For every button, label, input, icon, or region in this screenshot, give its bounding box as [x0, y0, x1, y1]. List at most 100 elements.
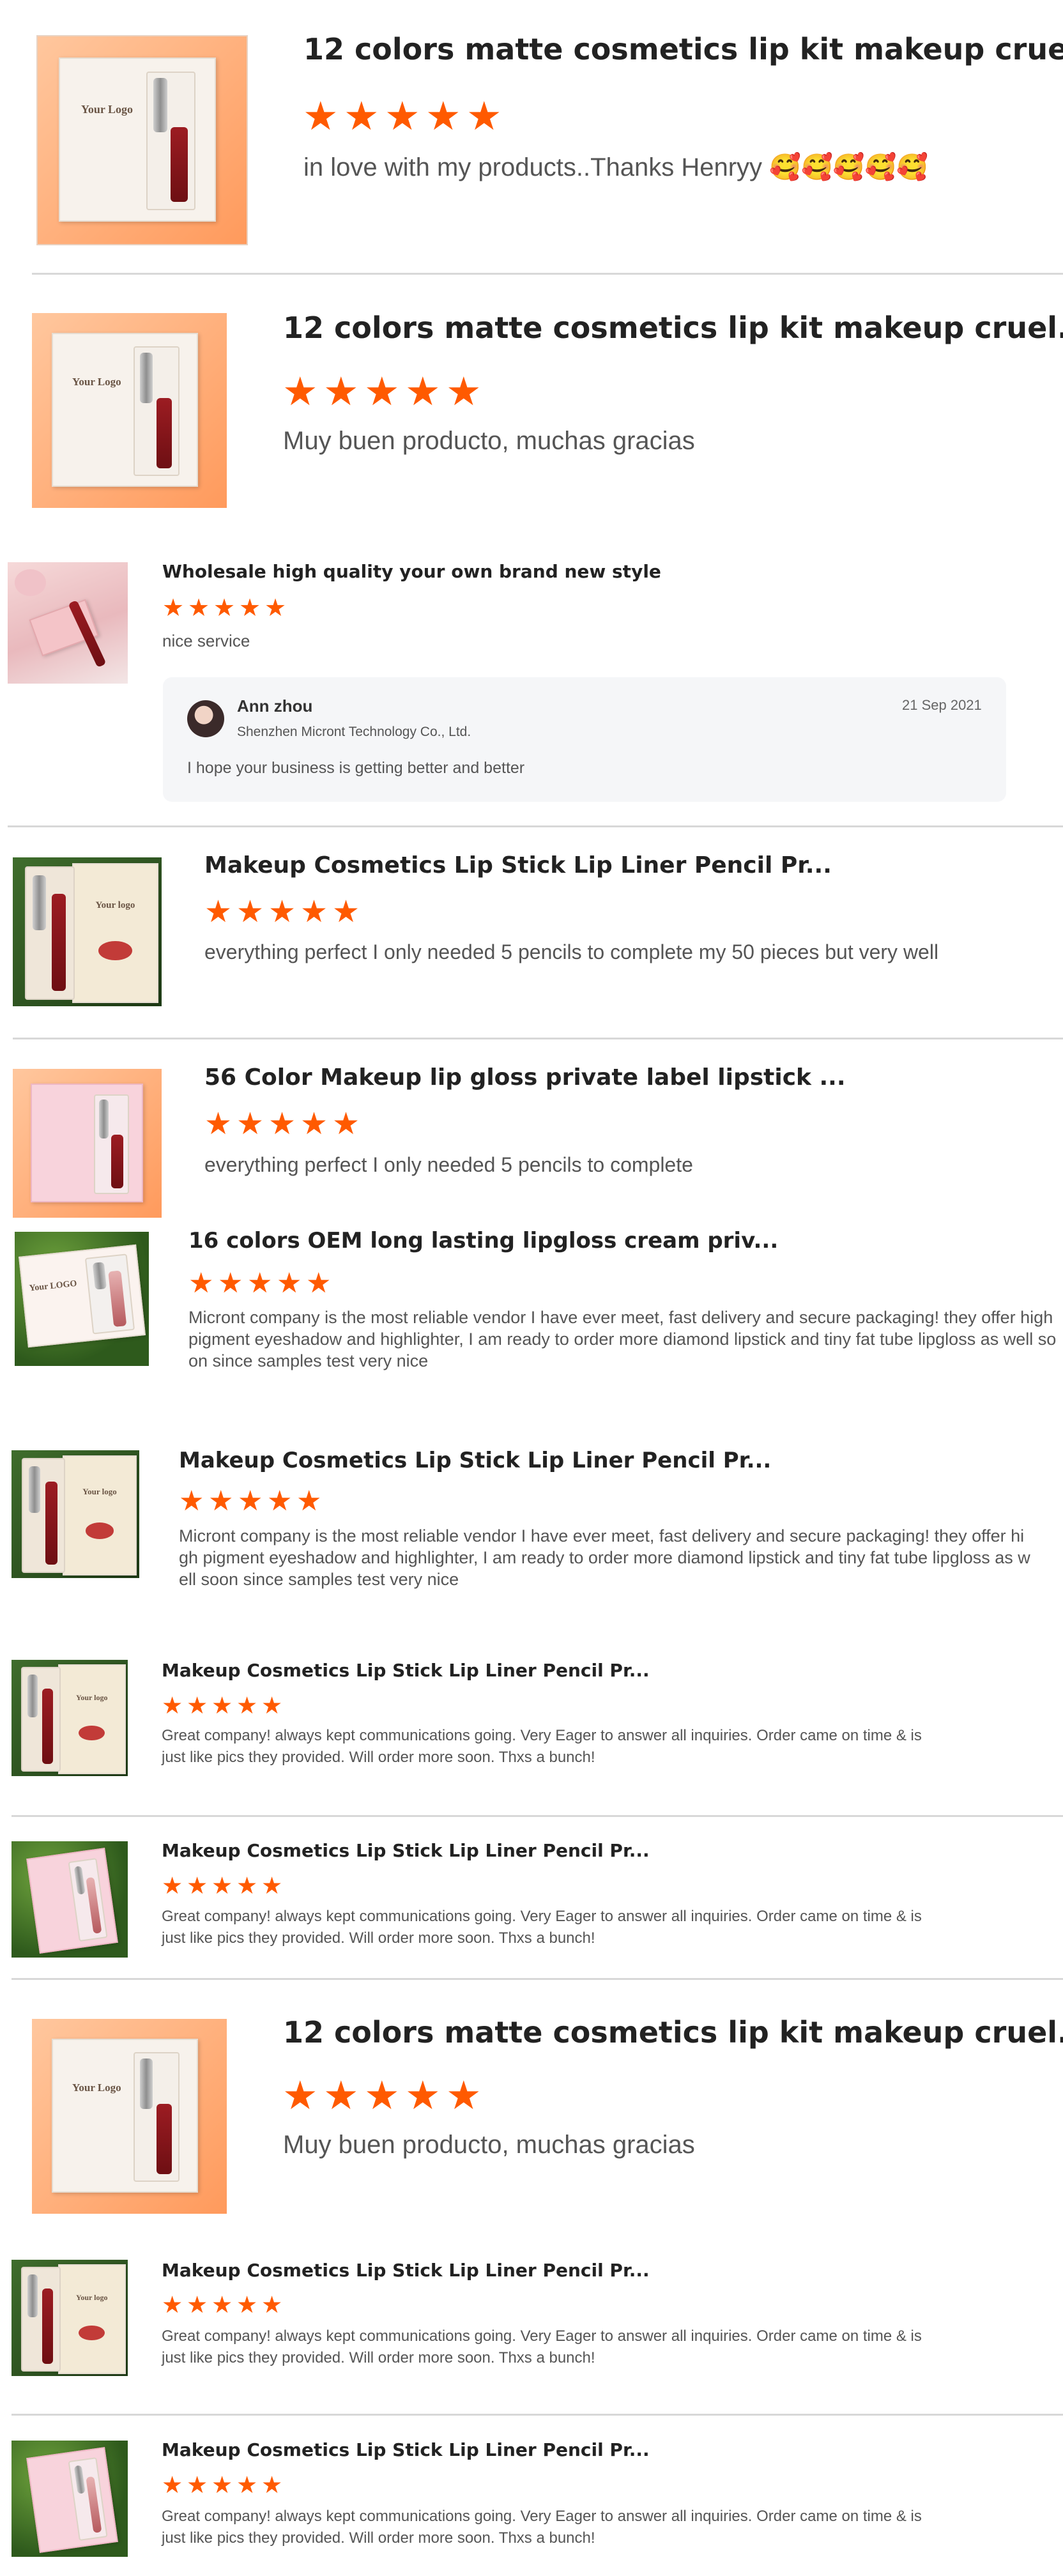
star-icon: ★ — [162, 1692, 183, 1719]
reply-text: I hope your business is getting better a… — [187, 759, 525, 777]
star-rating: ★ ★ ★ ★ ★ — [204, 897, 364, 928]
star-rating: ★ ★ ★ ★ ★ — [179, 1487, 326, 1515]
star-icon: ★ — [332, 895, 360, 929]
package-logo-text: Your Logo — [80, 103, 134, 116]
package-logo-text: Your Logo — [72, 2082, 121, 2094]
star-icon: ★ — [306, 1268, 332, 1299]
star-rating: ★ ★ ★ ★ ★ — [282, 372, 487, 412]
review-text: nice service — [162, 631, 250, 650]
review-text: Great company! always kept communication… — [162, 2327, 922, 2366]
star-icon: ★ — [300, 895, 328, 929]
star-rating: ★ ★ ★ ★ ★ — [162, 1874, 286, 1897]
star-icon: ★ — [446, 370, 482, 414]
star-icon: ★ — [323, 2074, 359, 2118]
divider — [11, 1815, 1063, 1817]
star-icon: ★ — [236, 1107, 264, 1141]
star-rating: ★ ★ ★ ★ ★ — [188, 1269, 335, 1298]
star-icon: ★ — [261, 2292, 283, 2318]
package-logo-text: Your logo — [76, 1692, 108, 1702]
star-icon: ★ — [261, 2472, 283, 2498]
star-rating: ★ ★ ★ ★ ★ — [162, 2473, 286, 2497]
product-title[interactable]: 16 colors OEM long lasting lipgloss crea… — [188, 1228, 778, 1254]
product-image[interactable]: Your Logo — [32, 2019, 227, 2214]
star-icon: ★ — [211, 2472, 233, 2498]
star-icon: ★ — [236, 1692, 258, 1719]
reply-date: 21 Sep 2021 — [902, 697, 982, 713]
product-image[interactable]: Your logo — [11, 1660, 128, 1776]
star-icon: ★ — [162, 1873, 183, 1899]
star-icon: ★ — [218, 1268, 243, 1299]
star-icon: ★ — [208, 1485, 234, 1517]
review-text: in love with my products..Thanks Henryy … — [303, 153, 929, 181]
product-image[interactable]: Your logo — [11, 1450, 139, 1578]
star-rating: ★ ★ ★ ★ ★ — [303, 97, 507, 137]
product-title[interactable]: Wholesale high quality your own brand ne… — [162, 561, 661, 582]
star-icon: ★ — [364, 370, 400, 414]
product-image[interactable]: Your Logo — [32, 313, 227, 508]
star-icon: ★ — [282, 2074, 318, 2118]
star-icon: ★ — [236, 895, 264, 929]
package-logo-text: Your logo — [95, 900, 135, 911]
product-title[interactable]: Makeup Cosmetics Lip Stick Lip Liner Pen… — [179, 1448, 771, 1473]
product-image[interactable] — [11, 1841, 128, 1958]
star-icon: ★ — [162, 2292, 183, 2318]
star-icon: ★ — [187, 1873, 208, 1899]
star-icon: ★ — [187, 2472, 208, 2498]
product-title[interactable]: 56 Color Makeup lip gloss private label … — [204, 1064, 846, 1091]
star-icon: ★ — [446, 2074, 482, 2118]
product-title[interactable]: Makeup Cosmetics Lip Stick Lip Liner Pen… — [162, 1660, 650, 1681]
star-icon: ★ — [239, 595, 261, 622]
product-image[interactable]: Your LOGO — [15, 1232, 149, 1366]
star-rating: ★ ★ ★ ★ ★ — [162, 2293, 286, 2317]
package-logo-text: Your logo — [82, 1486, 117, 1496]
review-text: everything perfect I only needed 5 penci… — [204, 940, 939, 963]
star-icon: ★ — [162, 2472, 183, 2498]
product-title[interactable]: Makeup Cosmetics Lip Stick Lip Liner Pen… — [162, 2439, 650, 2460]
product-title[interactable]: 12 colors matte cosmetics lip kit makeup… — [283, 2015, 1063, 2050]
star-rating: ★ ★ ★ ★ ★ — [162, 596, 290, 620]
star-icon: ★ — [364, 2074, 400, 2118]
review-text: everything perfect I only needed 5 penci… — [204, 1153, 693, 1176]
star-icon: ★ — [405, 370, 441, 414]
star-icon: ★ — [236, 2292, 258, 2318]
star-icon: ★ — [385, 95, 420, 139]
review-text: Great company! always kept communication… — [162, 1908, 922, 1947]
star-icon: ★ — [300, 1107, 328, 1141]
star-icon: ★ — [211, 2292, 233, 2318]
seller-reply: Ann zhou Shenzhen Micront Technology Co.… — [163, 677, 1006, 802]
product-image[interactable]: Your logo — [11, 2260, 128, 2376]
star-icon: ★ — [204, 895, 233, 929]
divider — [13, 1038, 1063, 1039]
product-image[interactable] — [11, 2441, 128, 2557]
star-icon: ★ — [213, 595, 236, 622]
product-title[interactable]: Makeup Cosmetics Lip Stick Lip Liner Pen… — [162, 1840, 650, 1861]
product-title[interactable]: 12 colors matte cosmetics lip kit makeup… — [303, 32, 1063, 66]
product-title[interactable]: 12 colors matte cosmetics lip kit makeup… — [283, 310, 1063, 345]
star-icon: ★ — [211, 1873, 233, 1899]
star-icon: ★ — [277, 1268, 302, 1299]
star-icon: ★ — [187, 2292, 208, 2318]
review-text: Micront company is the most reliable ven… — [188, 1308, 1057, 1370]
star-rating: ★ ★ ★ ★ ★ — [162, 1694, 286, 1717]
star-icon: ★ — [261, 1692, 283, 1719]
product-image[interactable] — [13, 1069, 162, 1218]
star-icon: ★ — [267, 1485, 293, 1517]
product-image[interactable]: Your Logo — [36, 35, 248, 245]
divider — [8, 825, 1063, 827]
package-logo-text: Your LOGO — [28, 1278, 77, 1294]
star-icon: ★ — [187, 1692, 208, 1719]
star-icon: ★ — [405, 2074, 441, 2118]
product-image[interactable]: Your logo — [13, 857, 162, 1006]
product-title[interactable]: Makeup Cosmetics Lip Stick Lip Liner Pen… — [204, 852, 832, 878]
product-image[interactable] — [8, 562, 128, 684]
review-text: Micront company is the most reliable ven… — [179, 1526, 1030, 1589]
star-icon: ★ — [162, 595, 185, 622]
star-icon: ★ — [236, 1873, 258, 1899]
star-icon: ★ — [296, 1485, 322, 1517]
package-logo-text: Your Logo — [72, 376, 121, 388]
star-icon: ★ — [282, 370, 318, 414]
product-title[interactable]: Makeup Cosmetics Lip Stick Lip Liner Pen… — [162, 2260, 650, 2281]
star-icon: ★ — [268, 895, 296, 929]
star-icon: ★ — [268, 1107, 296, 1141]
star-icon: ★ — [188, 1268, 214, 1299]
